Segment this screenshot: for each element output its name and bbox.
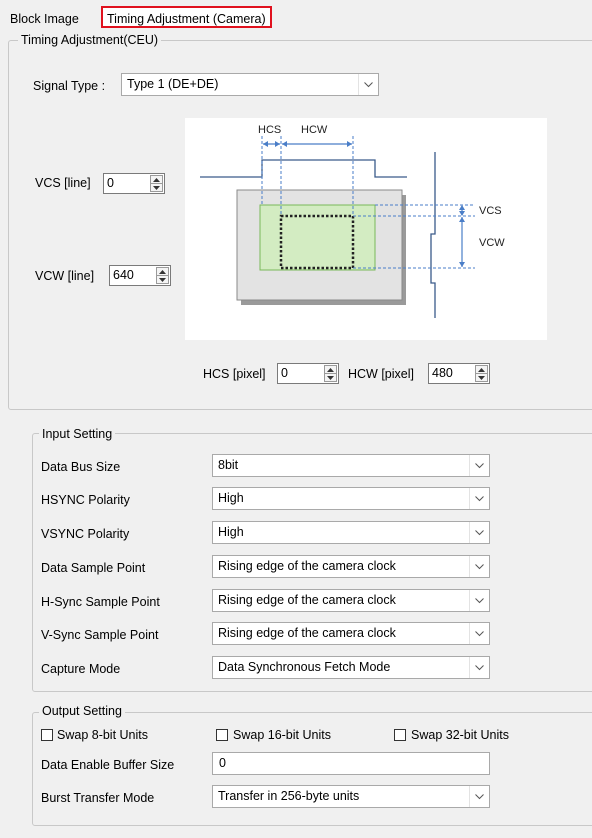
chevron-down-icon <box>469 657 489 678</box>
hsync-polarity-select[interactable]: High <box>212 487 490 510</box>
data-enable-buffer-label: Data Enable Buffer Size <box>41 758 175 772</box>
capture-mode-value: Data Synchronous Fetch Mode <box>218 660 391 674</box>
data-bus-size-value: 8bit <box>218 458 239 472</box>
swap-32bit-label[interactable]: Swap 32-bit Units <box>411 727 509 743</box>
swap-8bit-label[interactable]: Swap 8-bit Units <box>57 727 148 743</box>
spin-arrows-icon[interactable] <box>475 365 488 382</box>
chevron-down-icon <box>469 623 489 644</box>
input-setting-title: Input Setting <box>39 427 116 441</box>
hsync-polarity-label: HSYNC Polarity <box>41 493 130 507</box>
vsync-polarity-label: VSYNC Polarity <box>41 527 130 541</box>
diagram-vcs-label: VCS <box>479 205 502 217</box>
vsync-polarity-value: High <box>218 525 244 539</box>
data-sample-point-value: Rising edge of the camera clock <box>218 559 396 573</box>
spin-arrows-icon[interactable] <box>150 175 163 192</box>
vsync-polarity-select[interactable]: High <box>212 521 490 544</box>
hcw-value: 480 <box>432 366 453 380</box>
vcw-spinbox[interactable]: 640 <box>109 265 171 286</box>
output-setting-title: Output Setting <box>39 704 125 718</box>
data-sample-point-select[interactable]: Rising edge of the camera clock <box>212 555 490 578</box>
v-sync-sample-point-select[interactable]: Rising edge of the camera clock <box>212 622 490 645</box>
h-sync-sample-point-select[interactable]: Rising edge of the camera clock <box>212 589 490 612</box>
v-sync-sample-point-value: Rising edge of the camera clock <box>218 626 396 640</box>
hcs-spinbox[interactable]: 0 <box>277 363 339 384</box>
h-sync-sample-point-value: Rising edge of the camera clock <box>218 593 396 607</box>
h-sync-sample-point-label: H-Sync Sample Point <box>41 595 160 609</box>
chevron-down-icon <box>469 786 489 807</box>
swap-8bit-checkbox[interactable] <box>41 729 53 741</box>
spin-arrows-icon[interactable] <box>324 365 337 382</box>
vcs-value: 0 <box>107 176 114 190</box>
signal-type-value: Type 1 (DE+DE) <box>127 77 219 91</box>
burst-transfer-select[interactable]: Transfer in 256-byte units <box>212 785 490 808</box>
data-enable-buffer-input[interactable]: 0 <box>212 752 490 775</box>
chevron-down-icon <box>469 455 489 476</box>
hcs-value: 0 <box>281 366 288 380</box>
chevron-down-icon <box>469 522 489 543</box>
tab-block-image[interactable]: Block Image <box>10 9 79 29</box>
swap-16bit-label[interactable]: Swap 16-bit Units <box>233 727 331 743</box>
ceu-group-title: Timing Adjustment(CEU) <box>18 33 162 47</box>
capture-mode-label: Capture Mode <box>41 662 121 676</box>
vcs-spinbox[interactable]: 0 <box>103 173 165 194</box>
capture-mode-select[interactable]: Data Synchronous Fetch Mode <box>212 656 490 679</box>
tab-bar: Block Image Timing Adjustment (Camera) <box>0 0 592 31</box>
hcs-label: HCS [pixel] <box>203 367 266 381</box>
vcw-label: VCW [line] <box>35 269 95 283</box>
v-sync-sample-point-label: V-Sync Sample Point <box>41 628 159 642</box>
data-bus-size-select[interactable]: 8bit <box>212 454 490 477</box>
data-sample-point-label: Data Sample Point <box>41 561 146 575</box>
tab-timing-adjustment-camera[interactable]: Timing Adjustment (Camera) <box>101 6 272 28</box>
chevron-down-icon <box>469 590 489 611</box>
chevron-down-icon <box>469 556 489 577</box>
hcw-spinbox[interactable]: 480 <box>428 363 490 384</box>
timing-diagram-svg: HCS HCW VCS VCW <box>200 124 505 318</box>
vcw-value: 640 <box>113 268 134 282</box>
data-enable-buffer-value: 0 <box>219 756 226 770</box>
swap-16bit-checkbox[interactable] <box>216 729 228 741</box>
diagram-hcw-label: HCW <box>301 124 328 136</box>
diagram-vcw-label: VCW <box>479 237 505 249</box>
chevron-down-icon <box>358 74 378 95</box>
vcs-label: VCS [line] <box>35 176 91 190</box>
hsync-polarity-value: High <box>218 491 244 505</box>
burst-transfer-label: Burst Transfer Mode <box>41 791 155 805</box>
signal-type-select[interactable]: Type 1 (DE+DE) <box>121 73 379 96</box>
spin-arrows-icon[interactable] <box>156 267 169 284</box>
swap-32bit-checkbox[interactable] <box>394 729 406 741</box>
signal-type-label: Signal Type : <box>33 79 106 93</box>
burst-transfer-value: Transfer in 256-byte units <box>218 789 360 803</box>
chevron-down-icon <box>469 488 489 509</box>
timing-diagram: HCS HCW VCS VCW <box>185 118 547 340</box>
diagram-hcs-label: HCS <box>258 124 281 136</box>
data-bus-size-label: Data Bus Size <box>41 460 121 474</box>
hcw-label: HCW [pixel] <box>348 367 414 381</box>
